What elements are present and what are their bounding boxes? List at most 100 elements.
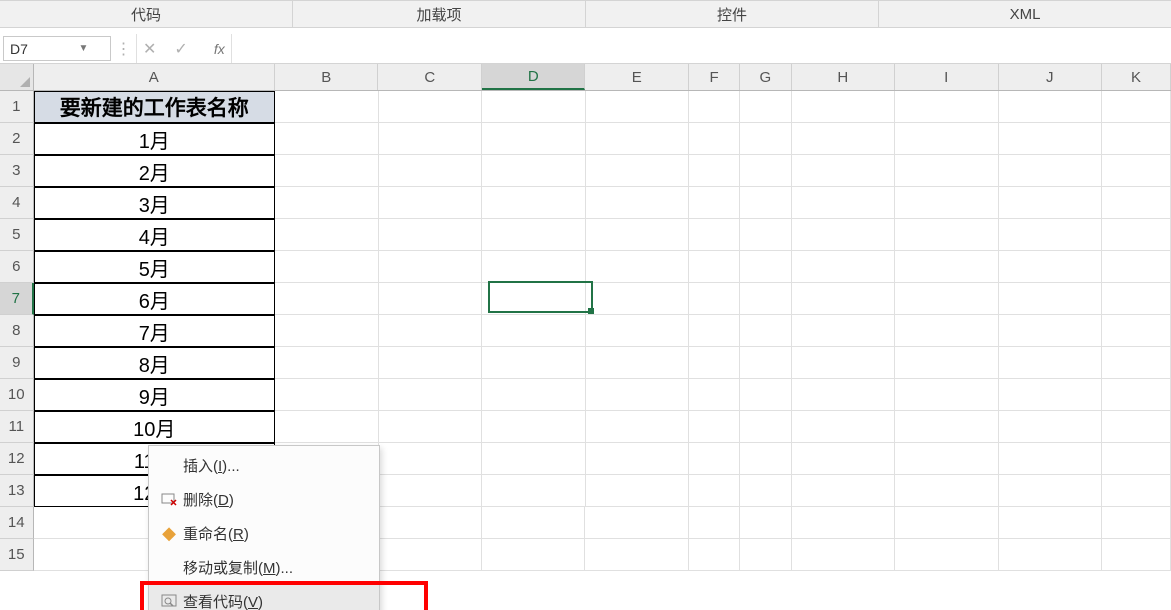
column-header-F[interactable]: F (689, 64, 740, 90)
cell-K15[interactable] (1102, 539, 1171, 571)
cell-A11[interactable]: 10月 (34, 411, 275, 443)
cell-D7[interactable] (482, 283, 586, 315)
cell-D13[interactable] (482, 475, 586, 507)
fx-icon[interactable]: fx (214, 41, 225, 57)
cell-I6[interactable] (895, 251, 999, 283)
cell-K14[interactable] (1102, 507, 1171, 539)
cell-D5[interactable] (482, 219, 586, 251)
cell-G6[interactable] (740, 251, 791, 283)
row-header-2[interactable]: 2 (0, 123, 34, 155)
cell-F5[interactable] (689, 219, 740, 251)
cell-H12[interactable] (792, 443, 896, 475)
cell-F10[interactable] (689, 379, 740, 411)
column-header-E[interactable]: E (585, 64, 689, 90)
cell-E11[interactable] (586, 411, 690, 443)
cell-K7[interactable] (1102, 283, 1171, 315)
cell-F6[interactable] (689, 251, 740, 283)
cell-E5[interactable] (586, 219, 690, 251)
cell-I15[interactable] (895, 539, 999, 571)
cell-B11[interactable] (275, 411, 379, 443)
cell-E3[interactable] (586, 155, 690, 187)
cell-F3[interactable] (689, 155, 740, 187)
cell-D6[interactable] (482, 251, 586, 283)
cell-A5[interactable]: 4月 (34, 219, 275, 251)
cell-C4[interactable] (379, 187, 483, 219)
cell-E15[interactable] (585, 539, 689, 571)
cell-J10[interactable] (999, 379, 1103, 411)
cell-J8[interactable] (999, 315, 1103, 347)
ribbon-group-code[interactable]: 代码 (0, 1, 293, 27)
cell-G5[interactable] (740, 219, 791, 251)
cell-F7[interactable] (689, 283, 740, 315)
column-header-J[interactable]: J (999, 64, 1103, 90)
menu-item-3[interactable]: 移动或复制(M)... (149, 550, 379, 584)
cell-H1[interactable] (792, 91, 896, 123)
column-header-C[interactable]: C (378, 64, 482, 90)
cell-C8[interactable] (379, 315, 483, 347)
cell-J15[interactable] (999, 539, 1103, 571)
cell-H6[interactable] (792, 251, 896, 283)
cell-F14[interactable] (689, 507, 740, 539)
cell-J7[interactable] (999, 283, 1103, 315)
cell-J4[interactable] (999, 187, 1103, 219)
cell-G1[interactable] (740, 91, 791, 123)
cell-H4[interactable] (792, 187, 896, 219)
cell-I10[interactable] (895, 379, 999, 411)
cell-E6[interactable] (586, 251, 690, 283)
cell-E14[interactable] (585, 507, 689, 539)
cell-C7[interactable] (379, 283, 483, 315)
cell-G11[interactable] (740, 411, 791, 443)
cell-C1[interactable] (379, 91, 483, 123)
row-header-13[interactable]: 13 (0, 475, 34, 507)
cell-K1[interactable] (1102, 91, 1171, 123)
cell-G7[interactable] (740, 283, 791, 315)
cell-J3[interactable] (999, 155, 1103, 187)
cell-A6[interactable]: 5月 (34, 251, 275, 283)
cell-I2[interactable] (895, 123, 999, 155)
row-header-1[interactable]: 1 (0, 91, 34, 123)
cell-J2[interactable] (999, 123, 1103, 155)
cell-G13[interactable] (740, 475, 791, 507)
cell-I4[interactable] (895, 187, 999, 219)
cell-E10[interactable] (586, 379, 690, 411)
cell-B9[interactable] (275, 347, 379, 379)
row-header-4[interactable]: 4 (0, 187, 34, 219)
cell-C6[interactable] (379, 251, 483, 283)
cell-J1[interactable] (999, 91, 1103, 123)
cell-I9[interactable] (895, 347, 999, 379)
cell-E2[interactable] (586, 123, 690, 155)
cell-J12[interactable] (999, 443, 1103, 475)
cell-D11[interactable] (482, 411, 586, 443)
cell-E8[interactable] (586, 315, 690, 347)
column-header-D[interactable]: D (482, 64, 586, 90)
cell-H13[interactable] (792, 475, 896, 507)
column-header-B[interactable]: B (275, 64, 379, 90)
cell-E9[interactable] (586, 347, 690, 379)
menu-item-1[interactable]: 删除(D) (149, 482, 379, 516)
cell-E4[interactable] (586, 187, 690, 219)
cell-A3[interactable]: 2月 (34, 155, 275, 187)
cell-F11[interactable] (689, 411, 740, 443)
cell-H14[interactable] (792, 507, 896, 539)
row-header-10[interactable]: 10 (0, 379, 34, 411)
cell-K3[interactable] (1102, 155, 1171, 187)
menu-item-4[interactable]: 查看代码(V) (149, 584, 379, 610)
cell-F2[interactable] (689, 123, 740, 155)
row-header-9[interactable]: 9 (0, 347, 34, 379)
cell-F8[interactable] (689, 315, 740, 347)
cell-A9[interactable]: 8月 (34, 347, 275, 379)
cell-H3[interactable] (792, 155, 896, 187)
cell-G15[interactable] (740, 539, 791, 571)
cell-C3[interactable] (379, 155, 483, 187)
cell-I12[interactable] (895, 443, 999, 475)
cell-I5[interactable] (895, 219, 999, 251)
cell-I14[interactable] (895, 507, 999, 539)
cell-D3[interactable] (482, 155, 586, 187)
cell-H9[interactable] (792, 347, 896, 379)
cell-D2[interactable] (482, 123, 586, 155)
select-all-corner[interactable] (0, 64, 34, 90)
cell-J9[interactable] (999, 347, 1103, 379)
cell-H15[interactable] (792, 539, 896, 571)
cell-H2[interactable] (792, 123, 896, 155)
cell-B1[interactable] (275, 91, 379, 123)
